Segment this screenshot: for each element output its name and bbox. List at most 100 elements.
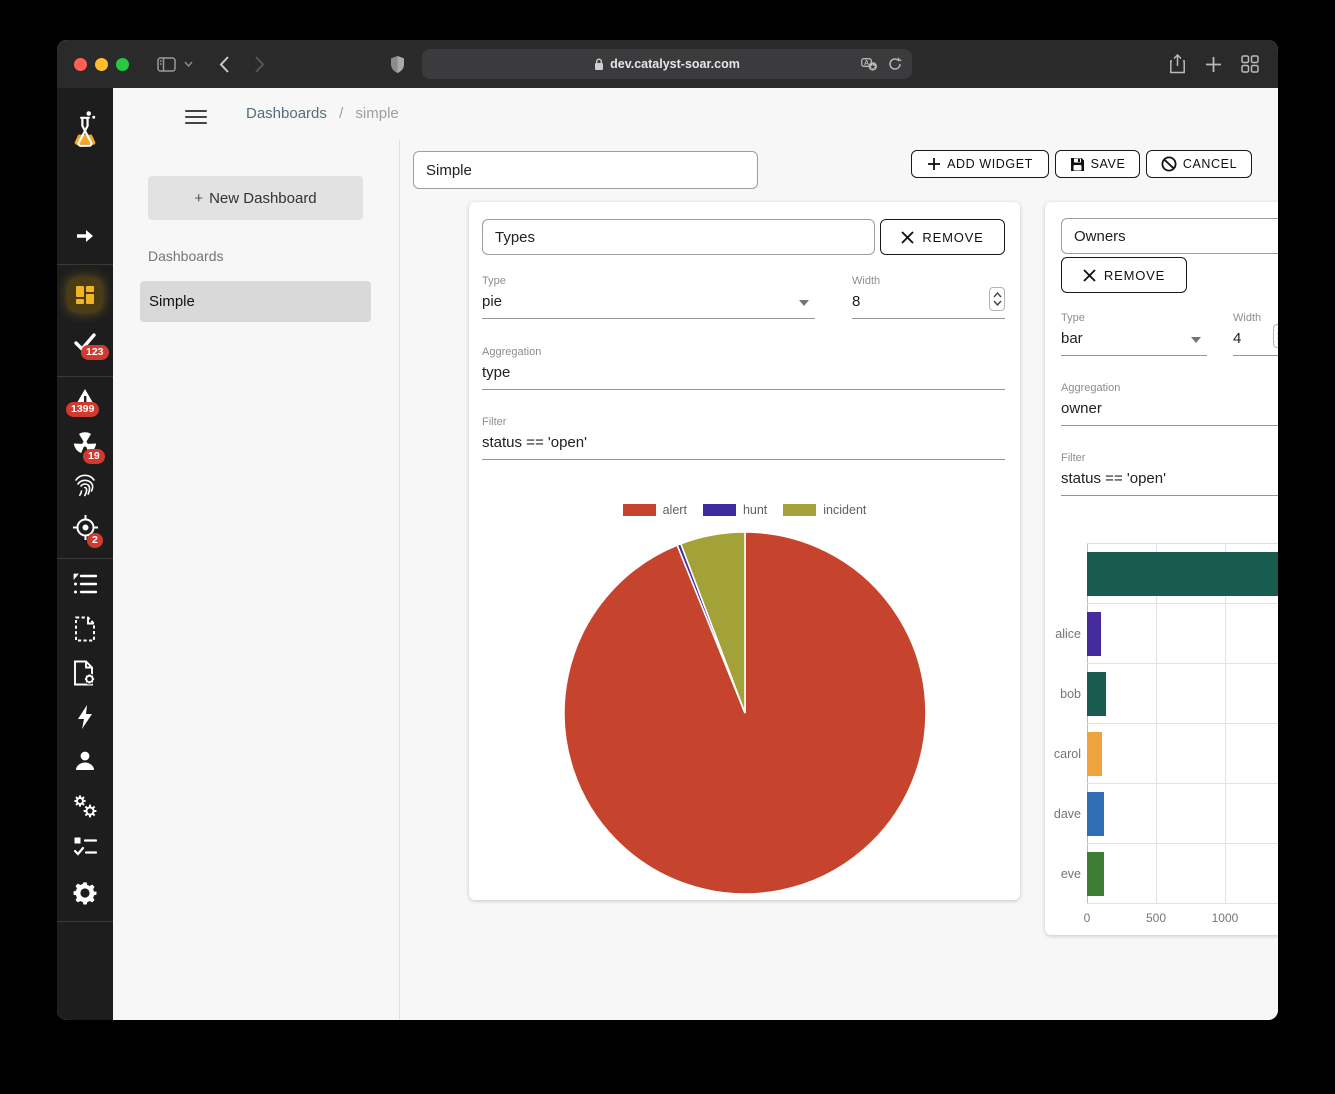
bar (1087, 612, 1101, 656)
widget-aggregation-input[interactable]: Aggregation owner (1061, 382, 1278, 426)
window-controls (74, 58, 129, 71)
privacy-shield-icon[interactable] (390, 55, 405, 74)
field-value: status == 'open' (482, 433, 1005, 453)
breadcrumb-separator: / (339, 105, 343, 122)
sidebar-item-targets[interactable]: 2 (57, 514, 113, 541)
bar (1087, 792, 1104, 836)
widget-name-input[interactable] (1061, 218, 1278, 254)
bar (1087, 672, 1106, 716)
bar-plot: alicebobcaroldaveeve (1087, 544, 1278, 904)
remove-widget-button[interactable]: REMOVE (1061, 257, 1187, 293)
sidebar-item-rules[interactable] (57, 836, 113, 858)
field-label: Type (1061, 312, 1207, 325)
field-value: 8 (852, 292, 1005, 312)
widget-filter-input[interactable]: Filter status == 'open' (482, 416, 1005, 460)
dashboards-icon (68, 278, 102, 312)
add-widget-button[interactable]: ADD WIDGET (911, 150, 1049, 178)
breadcrumb-dashboards[interactable]: Dashboards (246, 105, 327, 122)
x-tick-label: 500 (1146, 911, 1166, 925)
widget-aggregation-input[interactable]: Aggregation type (482, 346, 1005, 390)
sidebar-item-file-settings[interactable] (57, 660, 113, 686)
widget-filter-input[interactable]: Filter status == 'open' (1061, 452, 1278, 496)
legend-item-incident: incident (783, 503, 866, 517)
tab-overview-icon[interactable] (1241, 55, 1259, 73)
bar-chart: alicebobcaroldaveeve (1087, 543, 1278, 903)
sidebar-item-list[interactable] (57, 573, 113, 595)
field-label: Filter (482, 416, 1005, 429)
breadcrumb: Dashboards / simple (246, 105, 399, 122)
share-page-icon[interactable] (1169, 54, 1186, 75)
field-value: bar (1061, 329, 1207, 349)
new-dashboard-button[interactable]: +New Dashboard (148, 176, 363, 220)
cancel-label: CANCEL (1183, 157, 1237, 171)
widget-width-input[interactable]: Width 8 (852, 275, 1005, 319)
bar-row-carol: carol (1087, 724, 1278, 784)
dashboard-editor: ADD WIDGET SAVE CANCEL REMOVE Type pie W… (401, 140, 1278, 1020)
sidebar-item-automations[interactable] (57, 704, 113, 730)
dropdown-arrow-icon (799, 300, 809, 306)
remove-widget-button[interactable]: REMOVE (880, 219, 1005, 255)
save-label: SAVE (1091, 157, 1126, 171)
sidebar-item-dashboards[interactable] (57, 278, 113, 312)
arrow-right-icon[interactable] (57, 225, 113, 247)
app-sidebar: 123 1399 19 2 (57, 88, 113, 1020)
close-window-button[interactable] (74, 58, 87, 71)
dashboard-list-item-simple[interactable]: Simple (140, 281, 371, 322)
bar-category-label: carol (1039, 724, 1081, 783)
sidebar-item-jobs[interactable] (57, 792, 113, 820)
legend-item-alert: alert (623, 503, 687, 517)
field-value: owner (1061, 399, 1278, 419)
widget-card-owners: REMOVE Type bar Width 4 Aggregation owne… (1045, 202, 1278, 935)
sidebar-item-settings[interactable] (57, 879, 113, 907)
x-tick-label: 1000 (1212, 911, 1239, 925)
tasks-badge: 123 (81, 345, 109, 360)
minimize-window-button[interactable] (95, 58, 108, 71)
save-button[interactable]: SAVE (1055, 150, 1140, 178)
sidebar-item-hunts[interactable]: 19 (57, 431, 113, 457)
bar-row-alice: alice (1087, 604, 1278, 664)
field-value: type (482, 363, 1005, 383)
remove-label: REMOVE (1104, 268, 1165, 283)
bar-category-label: eve (1039, 844, 1081, 903)
sidebar-item-alerts[interactable]: 1399 (57, 387, 113, 411)
dashboard-title-input[interactable] (413, 151, 758, 189)
widget-type-select[interactable]: Type bar (1061, 312, 1207, 356)
field-value: pie (482, 292, 815, 312)
chevron-down-icon[interactable] (184, 61, 193, 67)
avatar[interactable] (1277, 99, 1278, 134)
widget-width-input[interactable]: Width 4 (1233, 312, 1278, 356)
menu-toggle-icon[interactable] (185, 106, 207, 128)
forward-button[interactable] (255, 56, 265, 73)
number-stepper-icon[interactable] (1273, 324, 1278, 348)
address-bar[interactable]: dev.catalyst-soar.com A★ (422, 49, 912, 79)
sidebar-item-users[interactable] (57, 749, 113, 773)
bar-category-label: dave (1039, 784, 1081, 843)
sidebar-item-templates[interactable] (57, 616, 113, 642)
back-button[interactable] (219, 56, 229, 73)
reload-icon[interactable] (888, 57, 902, 71)
app-topbar: Dashboards / simple (113, 88, 1278, 140)
translate-icon[interactable]: A★ (861, 58, 878, 71)
cancel-button[interactable]: CANCEL (1146, 150, 1252, 178)
number-stepper-icon[interactable] (989, 287, 1005, 311)
browser-window: dev.catalyst-soar.com A★ (57, 40, 1278, 1020)
field-value: 4 (1233, 329, 1278, 349)
zoom-window-button[interactable] (116, 58, 129, 71)
field-label: Width (1233, 312, 1278, 325)
widget-name-input[interactable] (482, 219, 875, 255)
x-icon (901, 231, 914, 244)
legend-swatch (623, 504, 656, 516)
field-value: status == 'open' (1061, 469, 1278, 489)
new-tab-icon[interactable] (1205, 56, 1222, 73)
sidebar-toggle-icon[interactable] (157, 57, 176, 72)
field-label: Width (852, 275, 1005, 288)
legend-label: hunt (743, 503, 767, 517)
widget-card-types: REMOVE Type pie Width 8 Aggregation type (469, 202, 1020, 900)
widget-type-select[interactable]: Type pie (482, 275, 815, 319)
bar-row-unassigned (1087, 544, 1278, 604)
catalyst-logo-flask-icon[interactable] (57, 110, 113, 148)
sidebar-item-fingerprint[interactable] (57, 472, 113, 498)
plus-icon: + (194, 190, 203, 207)
legend-label: alert (663, 503, 687, 517)
sidebar-item-tasks[interactable]: 123 (57, 329, 113, 355)
